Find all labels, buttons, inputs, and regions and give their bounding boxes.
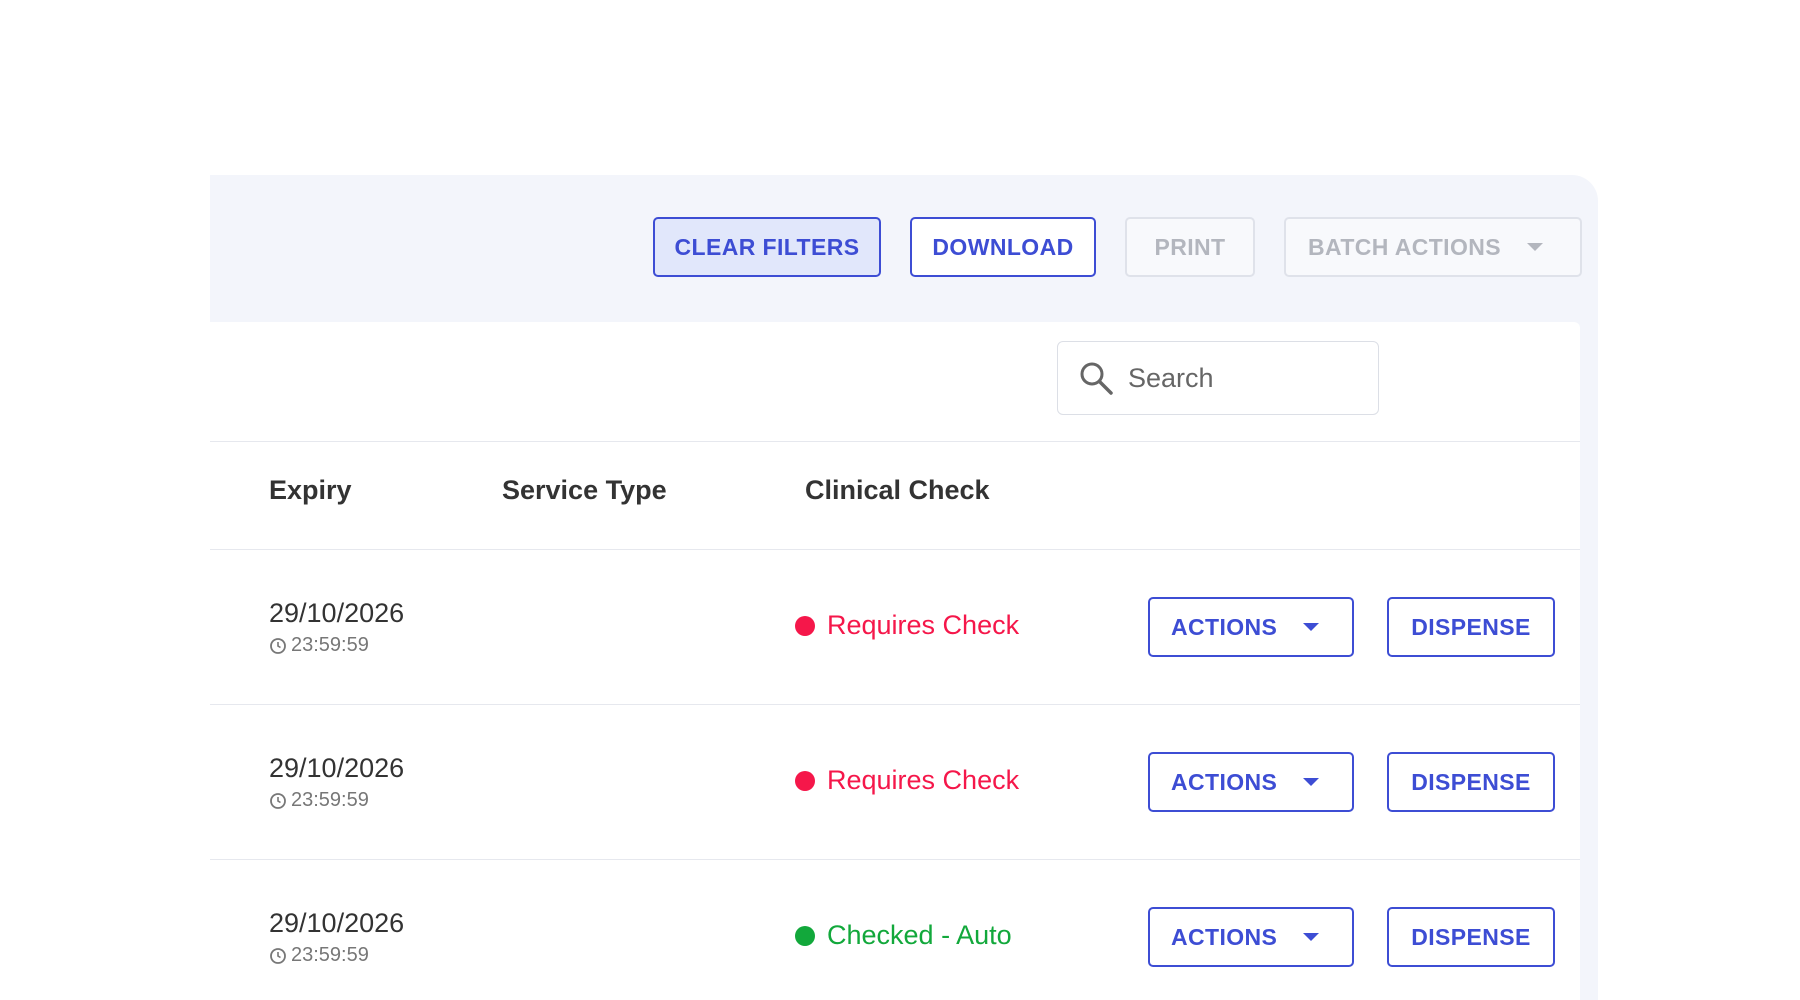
table-row: 29/10/2026 23:59:59 Requires Check ACTIO… — [210, 550, 1580, 704]
divider — [210, 441, 1580, 442]
dispense-button[interactable]: DISPENSE — [1387, 752, 1555, 812]
expiry-date: 29/10/2026 — [269, 908, 405, 938]
clinical-check-text: Checked - Auto — [827, 920, 1012, 950]
column-header-clinical-check[interactable]: Clinical Check — [805, 475, 990, 506]
search-icon — [1080, 362, 1113, 395]
download-button[interactable]: DOWNLOAD — [910, 217, 1096, 277]
clinical-check-status: Checked - Auto — [795, 920, 1012, 951]
table-row: 29/10/2026 23:59:59 Checked - Auto ACTIO… — [210, 860, 1580, 1000]
actions-label: ACTIONS — [1171, 768, 1278, 795]
expiry-time-text: 23:59:59 — [291, 944, 369, 966]
status-dot-icon — [795, 925, 815, 946]
status-dot-icon — [795, 770, 815, 791]
toolbar: CLEAR FILTERS DOWNLOAD PRINT BATCH ACTIO… — [210, 175, 1598, 322]
clinical-check-status: Requires Check — [795, 765, 1019, 796]
table-card: Expiry Service Type Clinical Check 29/10… — [210, 322, 1580, 1000]
actions-label: ACTIONS — [1171, 613, 1278, 640]
caret-down-icon — [1527, 243, 1544, 251]
table-row: 29/10/2026 23:59:59 Requires Check ACTIO… — [210, 705, 1580, 859]
actions-label: ACTIONS — [1171, 923, 1278, 950]
expiry-date: 29/10/2026 — [269, 598, 405, 628]
actions-dropdown[interactable]: ACTIONS — [1148, 907, 1354, 967]
expiry-time: 23:59:59 — [269, 789, 369, 812]
batch-actions-label: BATCH ACTIONS — [1308, 233, 1502, 260]
expiry-time: 23:59:59 — [269, 944, 369, 967]
clock-icon — [270, 637, 286, 654]
clear-filters-button[interactable]: CLEAR FILTERS — [653, 217, 881, 277]
dispense-button[interactable]: DISPENSE — [1387, 597, 1555, 657]
caret-down-icon — [1303, 778, 1320, 786]
clock-icon — [270, 947, 286, 964]
expiry-time-text: 23:59:59 — [291, 789, 369, 811]
column-header-service-type[interactable]: Service Type — [502, 475, 667, 506]
batch-actions-dropdown[interactable]: BATCH ACTIONS — [1284, 217, 1582, 277]
actions-dropdown[interactable]: ACTIONS — [1148, 597, 1354, 657]
clinical-check-text: Requires Check — [827, 765, 1020, 795]
expiry-time-text: 23:59:59 — [291, 634, 369, 656]
print-button[interactable]: PRINT — [1125, 217, 1255, 277]
actions-dropdown[interactable]: ACTIONS — [1148, 752, 1354, 812]
expiry-time: 23:59:59 — [269, 634, 369, 657]
status-dot-icon — [795, 615, 815, 636]
expiry-date: 29/10/2026 — [269, 753, 405, 783]
caret-down-icon — [1303, 933, 1320, 941]
dispense-button[interactable]: DISPENSE — [1387, 907, 1555, 967]
search-input[interactable] — [1126, 361, 1370, 395]
clock-icon — [270, 792, 286, 809]
clinical-check-text: Requires Check — [827, 610, 1020, 640]
search-box[interactable] — [1057, 341, 1379, 415]
content-panel: CLEAR FILTERS DOWNLOAD PRINT BATCH ACTIO… — [210, 175, 1598, 1000]
clinical-check-status: Requires Check — [795, 610, 1019, 641]
caret-down-icon — [1303, 623, 1320, 631]
column-header-expiry[interactable]: Expiry — [269, 475, 352, 506]
